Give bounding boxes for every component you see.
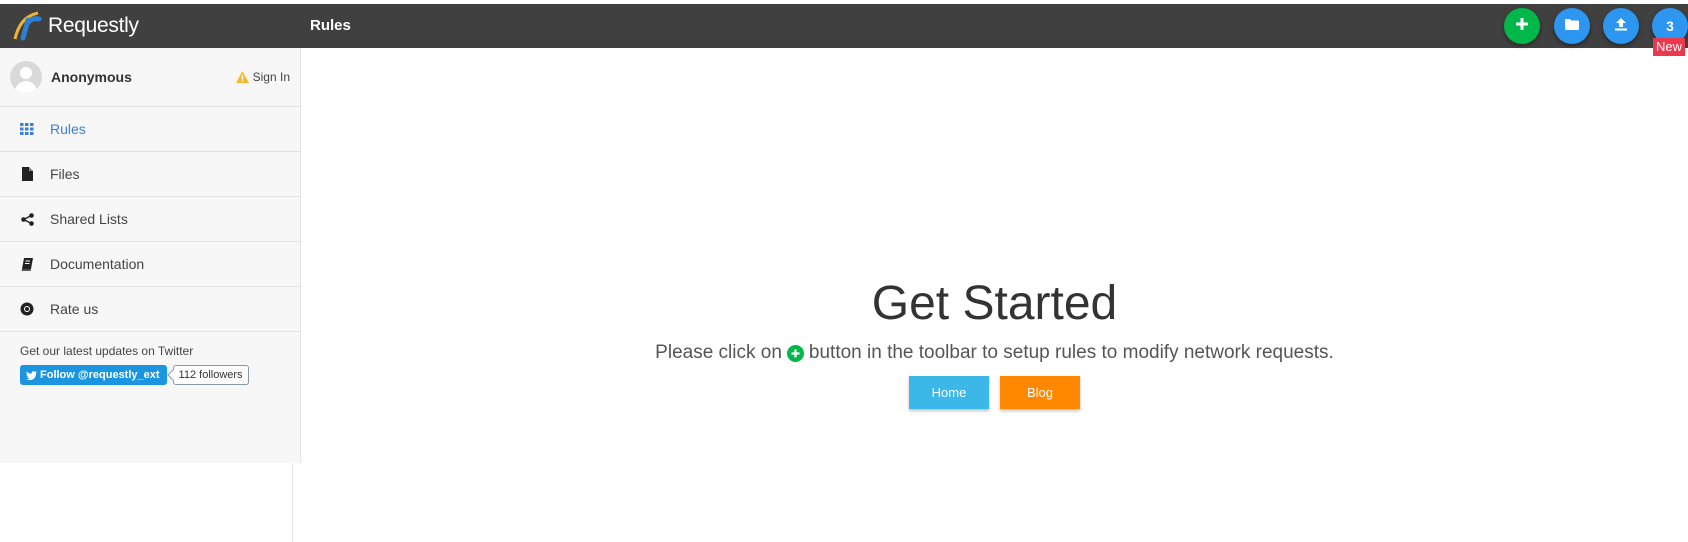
files-button[interactable] [1554, 8, 1590, 44]
sidebar-lower-area [0, 463, 293, 542]
app-name: Requestly [48, 14, 139, 37]
upload-icon [1614, 17, 1628, 36]
file-icon [20, 167, 34, 181]
sidebar-item-files[interactable]: Files [0, 152, 300, 197]
requestly-logo-icon [12, 10, 44, 42]
sidebar-item-label: Rules [50, 121, 86, 137]
hero-subtitle-after: button in the toolbar to setup rules to … [808, 342, 1334, 363]
sidebar-item-label: Files [50, 166, 80, 182]
hero-subtitle: Please click on button in the toolbar to… [301, 342, 1688, 364]
twitter-follow-label: Follow @requestly_ext [40, 369, 160, 381]
sidebar: Anonymous Sign In Rules Files Shared Lis… [0, 48, 301, 463]
avatar [10, 61, 42, 93]
twitter-follow-button[interactable]: Follow @requestly_ext [20, 365, 167, 385]
twitter-block: Get our latest updates on Twitter Follow… [0, 332, 300, 397]
sidebar-item-label: Documentation [50, 256, 145, 272]
blog-button[interactable]: Blog [1000, 376, 1080, 409]
home-button[interactable]: Home [909, 376, 989, 409]
sidebar-item-documentation[interactable]: Documentation [0, 242, 300, 287]
twitter-row: Follow @requestly_ext 112 followers [20, 365, 280, 385]
sidebar-item-label: Shared Lists [50, 211, 128, 227]
add-rule-button[interactable] [1504, 8, 1540, 44]
sign-in-label: Sign In [252, 70, 290, 84]
share-icon [20, 212, 34, 226]
sidebar-item-rate-us[interactable]: Rate us [0, 287, 300, 332]
folder-icon [1565, 17, 1579, 35]
twitter-text: Get our latest updates on Twitter [20, 344, 194, 358]
user-name: Anonymous [51, 69, 132, 85]
plus-circle-icon [786, 344, 804, 362]
plus-icon [1515, 17, 1529, 36]
top-bar: Requestly Rules 3 [0, 4, 1688, 48]
sign-in-link[interactable]: Sign In [235, 70, 290, 84]
upload-button[interactable] [1603, 8, 1639, 44]
sidebar-item-rules[interactable]: Rules [0, 107, 300, 152]
main-content: Get Started Please click on button in th… [301, 48, 1688, 542]
chrome-icon [20, 302, 34, 316]
sidebar-item-label: Rate us [50, 301, 99, 317]
grid-icon [20, 122, 34, 136]
book-icon [20, 257, 34, 271]
twitter-followers-count[interactable]: 112 followers [172, 365, 249, 385]
twitter-bird-icon [26, 370, 37, 380]
user-row: Anonymous Sign In [0, 48, 300, 107]
warning-icon [235, 71, 249, 83]
logo[interactable]: Requestly [12, 4, 302, 48]
sidebar-item-shared-lists[interactable]: Shared Lists [0, 197, 300, 242]
hero-buttons: Home Blog [301, 376, 1688, 409]
hero-subtitle-before: Please click on [655, 342, 782, 363]
hero-title: Get Started [871, 277, 1118, 330]
page-title: Rules [310, 17, 351, 34]
